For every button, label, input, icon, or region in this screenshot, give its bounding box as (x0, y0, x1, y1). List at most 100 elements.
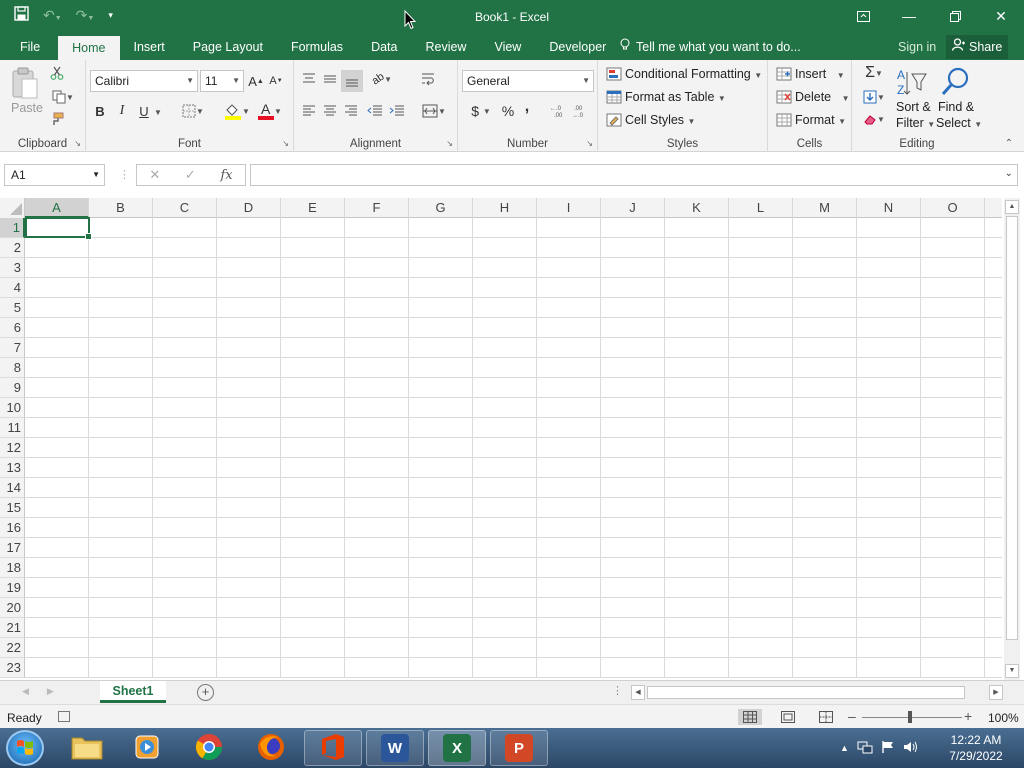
grow-font-icon[interactable]: A ▲ (248, 72, 264, 90)
page-break-view-icon[interactable] (814, 709, 838, 725)
comma-style-icon[interactable]: , (520, 98, 534, 116)
conditional-formatting-button[interactable]: Conditional Formatting ▼ (625, 67, 762, 81)
scroll-left-icon[interactable]: ◀ (631, 685, 645, 700)
column-header[interactable]: A (25, 198, 89, 218)
enter-icon[interactable]: ✓ (185, 167, 196, 183)
delete-cells-button[interactable]: Delete ▼ (795, 90, 849, 104)
tab-formulas[interactable]: Formulas (277, 34, 357, 60)
align-left-icon[interactable] (300, 102, 318, 120)
tab-page-layout[interactable]: Page Layout (179, 34, 277, 60)
insert-cells-button[interactable]: Insert ▼ (795, 67, 845, 81)
row-header[interactable]: 14 (0, 478, 25, 498)
row-header[interactable]: 10 (0, 398, 25, 418)
taskbar-word[interactable]: W (366, 730, 424, 766)
row-header[interactable]: 19 (0, 578, 25, 598)
borders-icon[interactable]: ▼ (178, 102, 208, 120)
column-header[interactable]: I (537, 198, 601, 218)
column-header[interactable]: G (409, 198, 473, 218)
ribbon-display-options-icon[interactable] (840, 0, 886, 32)
paste-label[interactable]: Paste (11, 101, 43, 115)
increase-indent-icon[interactable] (388, 102, 406, 120)
close-icon[interactable]: ✕ (978, 0, 1024, 32)
orientation-icon[interactable]: ab ▼ (366, 70, 398, 88)
alignment-launcher-icon[interactable]: ↘ (446, 139, 453, 148)
row-header[interactable]: 22 (0, 638, 25, 658)
top-align-icon[interactable] (300, 70, 318, 88)
underline-dropdown-icon[interactable]: ▼ (154, 104, 162, 120)
minimize-icon[interactable]: — (886, 0, 932, 32)
tab-view[interactable]: View (480, 34, 535, 60)
vertical-scrollbar[interactable]: ▲ ▼ (1004, 198, 1020, 680)
tab-insert[interactable]: Insert (120, 34, 179, 60)
select-all-corner[interactable] (0, 198, 25, 218)
row-header[interactable]: 7 (0, 338, 25, 358)
find-select-label-1[interactable]: Find & (938, 100, 974, 114)
column-header[interactable]: B (89, 198, 153, 218)
zoom-out-icon[interactable]: – (848, 708, 856, 724)
decrease-decimal-icon[interactable]: .00 →.0 (572, 102, 590, 120)
decrease-indent-icon[interactable] (366, 102, 384, 120)
scroll-down-icon[interactable]: ▼ (1005, 664, 1019, 678)
italic-button[interactable]: I (114, 102, 130, 120)
scroll-up-icon[interactable]: ▲ (1005, 200, 1019, 214)
insert-function-icon[interactable]: fx (220, 168, 232, 183)
row-header[interactable]: 4 (0, 278, 25, 298)
share-button[interactable]: Share (946, 35, 1008, 59)
action-center-flag-icon[interactable] (881, 740, 895, 757)
format-painter-icon[interactable] (48, 110, 66, 128)
row-header[interactable]: 23 (0, 658, 25, 678)
normal-view-icon[interactable] (738, 709, 762, 725)
tab-file[interactable]: File (0, 34, 58, 60)
horizontal-scroll-thumb[interactable] (647, 686, 965, 699)
bottom-align-icon[interactable] (341, 70, 363, 92)
format-as-table-icon[interactable] (606, 89, 622, 105)
tab-data[interactable]: Data (357, 34, 411, 60)
row-header[interactable]: 15 (0, 498, 25, 518)
tab-home[interactable]: Home (58, 36, 120, 60)
zoom-slider[interactable] (862, 717, 962, 718)
column-header[interactable]: L (729, 198, 793, 218)
row-header[interactable]: 12 (0, 438, 25, 458)
tab-split-icon[interactable]: ⋮ (612, 684, 623, 697)
cell-styles-button[interactable]: Cell Styles ▼ (625, 113, 695, 127)
sheet-tab[interactable]: Sheet1 (100, 681, 166, 703)
column-header[interactable]: H (473, 198, 537, 218)
cut-icon[interactable] (48, 64, 66, 82)
new-sheet-icon[interactable]: + (197, 684, 214, 701)
percent-icon[interactable]: % (500, 102, 516, 120)
vertical-scroll-thumb[interactable] (1006, 216, 1018, 640)
column-header[interactable]: F (345, 198, 409, 218)
column-header[interactable]: D (217, 198, 281, 218)
scroll-right-icon[interactable]: ▶ (989, 685, 1003, 700)
row-header[interactable]: 13 (0, 458, 25, 478)
fill-color-icon[interactable]: ▼ (222, 100, 252, 122)
format-cells-icon[interactable] (776, 112, 792, 128)
row-header[interactable]: 16 (0, 518, 25, 538)
sheet-nav-icons[interactable]: ◀▶ (22, 686, 72, 697)
row-header[interactable]: 21 (0, 618, 25, 638)
increase-decimal-icon[interactable]: ←.0.00 (550, 102, 568, 120)
taskbar-explorer[interactable] (58, 730, 116, 766)
align-right-icon[interactable] (342, 102, 360, 120)
network-icon[interactable] (857, 740, 873, 757)
number-launcher-icon[interactable]: ↘ (586, 139, 593, 148)
cell-styles-icon[interactable] (606, 112, 622, 128)
copy-icon[interactable]: ▼ (48, 88, 78, 106)
column-header[interactable]: C (153, 198, 217, 218)
find-select-label-2[interactable]: Select ▼ (936, 116, 982, 130)
sort-filter-label-1[interactable]: Sort & (896, 100, 931, 114)
taskbar-firefox[interactable] (242, 730, 300, 766)
currency-icon[interactable]: $ ▼ (466, 102, 496, 120)
tell-me-box[interactable]: Tell me what you want to do... (620, 34, 801, 60)
row-header[interactable]: 9 (0, 378, 25, 398)
sign-in-link[interactable]: Sign in (898, 34, 936, 60)
font-launcher-icon[interactable]: ↘ (282, 139, 289, 148)
sort-filter-label-2[interactable]: Filter ▼ (896, 116, 935, 130)
column-header[interactable]: K (665, 198, 729, 218)
expand-formula-bar-icon[interactable]: ⌄ (1005, 168, 1013, 179)
clipboard-launcher-icon[interactable]: ↘ (74, 139, 81, 148)
row-header[interactable]: 2 (0, 238, 25, 258)
volume-icon[interactable] (903, 740, 919, 757)
taskbar-clock[interactable]: 12:22 AM 7/29/2022 (936, 732, 1016, 764)
conditional-formatting-icon[interactable] (606, 66, 622, 82)
